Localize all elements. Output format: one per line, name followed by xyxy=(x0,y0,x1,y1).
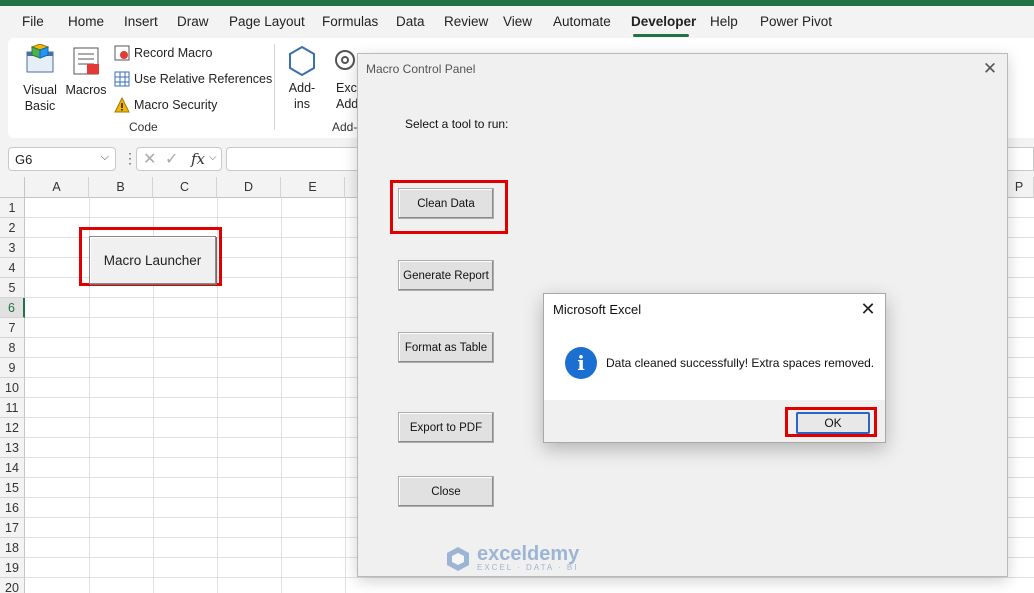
row-header-19[interactable]: 19 xyxy=(0,558,25,578)
exceldemy-logo-icon xyxy=(447,546,469,571)
select-all-corner[interactable] xyxy=(0,177,25,198)
tab-file[interactable]: File xyxy=(22,14,44,29)
code-group-label: Code xyxy=(129,120,158,134)
watermark: exceldemy EXCEL · DATA · BI xyxy=(445,543,580,572)
visual-basic-button[interactable]: Visual Basic xyxy=(20,43,60,114)
cancel-icon[interactable]: ✕ xyxy=(143,149,156,169)
row-header-6[interactable]: 6 xyxy=(0,298,25,318)
watermark-sub: EXCEL · DATA · BI xyxy=(477,563,579,572)
panel-title: Macro Control Panel xyxy=(366,62,476,76)
tab-developer[interactable]: Developer xyxy=(631,14,696,29)
column-header-a[interactable]: A xyxy=(25,177,89,198)
tab-review[interactable]: Review xyxy=(444,14,488,29)
column-header-c[interactable]: C xyxy=(153,177,217,198)
tab-power-pivot[interactable]: Power Pivot xyxy=(760,14,832,29)
panel-prompt: Select a tool to run: xyxy=(405,117,509,131)
warning-icon xyxy=(114,97,130,113)
message-box-title: Microsoft Excel xyxy=(553,302,642,317)
row-header-8[interactable]: 8 xyxy=(0,338,25,358)
tab-insert[interactable]: Insert xyxy=(124,14,158,29)
record-macro-button[interactable]: Record Macro xyxy=(114,45,213,61)
more-options-icon: ⋮ xyxy=(123,150,137,166)
column-header-p[interactable]: P xyxy=(1005,177,1034,198)
insert-function-icon[interactable]: fx xyxy=(191,150,205,168)
macros-icon xyxy=(73,47,99,75)
message-text: Data cleaned successfully! Extra spaces … xyxy=(606,356,875,370)
row-header-20[interactable]: 20 xyxy=(0,578,25,593)
row-header-3[interactable]: 3 xyxy=(0,238,25,258)
close-icon[interactable]: ✕ xyxy=(979,58,1001,80)
macro-security-button[interactable]: Macro Security xyxy=(114,97,217,113)
row-header-13[interactable]: 13 xyxy=(0,438,25,458)
active-tab-indicator xyxy=(633,34,689,37)
add-ins-button[interactable]: Add- ins xyxy=(284,44,320,112)
row-header-5[interactable]: 5 xyxy=(0,278,25,298)
tab-data[interactable]: Data xyxy=(396,14,425,29)
tab-automate[interactable]: Automate xyxy=(553,14,611,29)
watermark-name: exceldemy xyxy=(477,543,580,565)
row-header-7[interactable]: 7 xyxy=(0,318,25,338)
macro-launcher-button[interactable]: Macro Launcher xyxy=(89,236,216,284)
grid-line xyxy=(25,577,1034,578)
row-header-2[interactable]: 2 xyxy=(0,218,25,238)
row-header-15[interactable]: 15 xyxy=(0,478,25,498)
tab-formulas[interactable]: Formulas xyxy=(322,14,378,29)
export-to-pdf-button[interactable]: Export to PDF xyxy=(398,412,494,443)
menu-bar: File Home Insert Draw Page Layout Formul… xyxy=(0,6,1034,37)
row-header-4[interactable]: 4 xyxy=(0,258,25,278)
tab-page-layout[interactable]: Page Layout xyxy=(229,14,305,29)
macros-button[interactable]: Macros xyxy=(64,44,108,98)
row-header-18[interactable]: 18 xyxy=(0,538,25,558)
row-header-1[interactable]: 1 xyxy=(0,198,25,218)
tab-view[interactable]: View xyxy=(503,14,532,29)
formula-controls: ✕ ✓ fx ⌵ xyxy=(136,147,222,171)
message-box-footer: OK xyxy=(544,400,885,442)
record-macro-icon xyxy=(114,45,130,61)
relative-references-button[interactable]: Use Relative References xyxy=(114,71,272,87)
close-button[interactable]: Close xyxy=(398,476,494,507)
row-header-12[interactable]: 12 xyxy=(0,418,25,438)
message-box: Microsoft Excel ✕ i Data cleaned success… xyxy=(543,293,886,443)
generate-report-button[interactable]: Generate Report xyxy=(398,260,494,291)
gear-icon xyxy=(335,50,355,70)
tab-home[interactable]: Home xyxy=(68,14,104,29)
row-header-9[interactable]: 9 xyxy=(0,358,25,378)
row-header-16[interactable]: 16 xyxy=(0,498,25,518)
chevron-down-icon[interactable]: ⌵ xyxy=(101,151,109,164)
check-icon[interactable]: ✓ xyxy=(165,149,178,169)
format-as-table-button[interactable]: Format as Table xyxy=(398,332,494,363)
row-header-17[interactable]: 17 xyxy=(0,518,25,538)
info-icon: i xyxy=(565,347,597,379)
group-separator xyxy=(274,44,275,130)
close-icon[interactable]: ✕ xyxy=(857,298,879,320)
chevron-down-icon[interactable]: ⌵ xyxy=(209,152,217,163)
column-header-b[interactable]: B xyxy=(89,177,153,198)
tab-help[interactable]: Help xyxy=(710,14,738,29)
row-header-11[interactable]: 11 xyxy=(0,398,25,418)
add-ins-group-label: Add- xyxy=(332,120,358,134)
add-ins-icon xyxy=(289,45,315,77)
column-header-e[interactable]: E xyxy=(281,177,345,198)
clean-data-button[interactable]: Clean Data xyxy=(398,188,494,219)
ok-button[interactable]: OK xyxy=(796,412,870,434)
visual-basic-icon xyxy=(26,43,54,73)
column-header-d[interactable]: D xyxy=(217,177,281,198)
name-box[interactable]: G6 ⌵ xyxy=(8,147,116,171)
relative-references-icon xyxy=(114,71,130,87)
row-header-14[interactable]: 14 xyxy=(0,458,25,478)
tab-draw[interactable]: Draw xyxy=(177,14,209,29)
row-header-10[interactable]: 10 xyxy=(0,378,25,398)
